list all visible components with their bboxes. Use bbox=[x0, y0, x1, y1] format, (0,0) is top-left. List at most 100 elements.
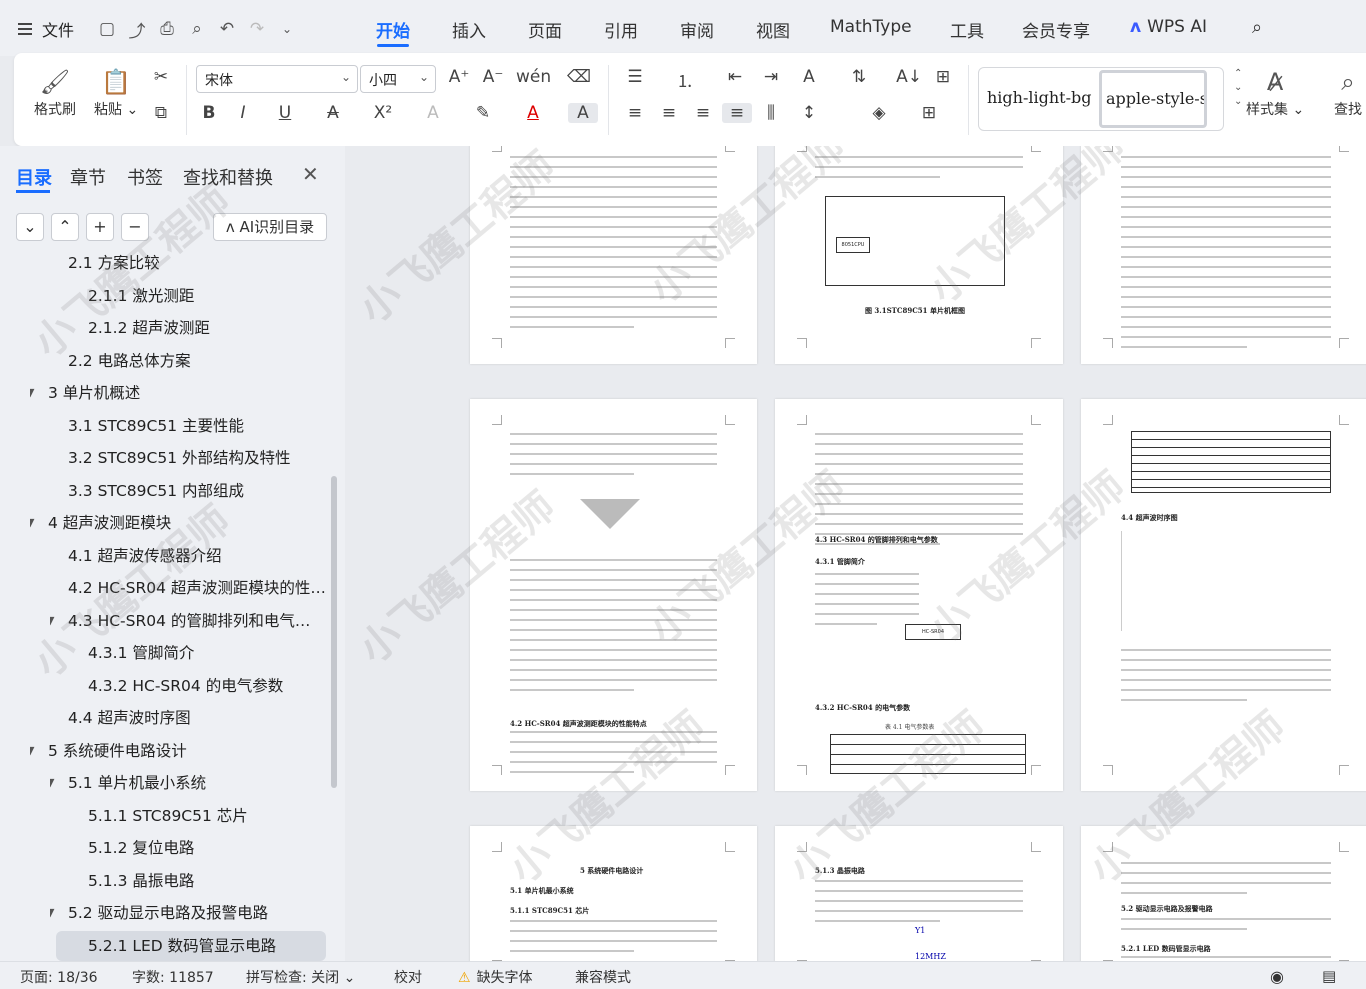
toc-item[interactable]: 5.1.1 STC89C51 芯片 bbox=[74, 801, 326, 831]
text-effect-icon[interactable]: A bbox=[418, 103, 448, 123]
toc-scrollbar[interactable] bbox=[331, 476, 337, 788]
decrease-font-icon[interactable]: A⁻ bbox=[478, 67, 508, 87]
cut-icon[interactable]: ✂ bbox=[146, 67, 176, 87]
line-spacing-icon[interactable]: ↕ bbox=[794, 103, 824, 123]
align-left-icon[interactable]: ≡ bbox=[620, 103, 650, 123]
tab-insert[interactable]: 插入 bbox=[452, 17, 486, 42]
char-shading-icon[interactable]: A bbox=[568, 103, 598, 123]
toc-item[interactable]: 3.2 STC89C51 外部结构及特性 bbox=[54, 443, 326, 473]
nav-tab-bookmarks[interactable]: 书签 bbox=[127, 164, 163, 190]
toc-item[interactable]: 5.1.3 晶振电路 bbox=[74, 866, 326, 896]
toc-item[interactable]: 2.2 电路总体方案 bbox=[54, 346, 326, 376]
borders-icon[interactable]: ⊞ bbox=[914, 103, 944, 123]
copy-icon[interactable]: ⧉ bbox=[146, 103, 176, 123]
superscript-icon[interactable]: X² bbox=[368, 103, 398, 123]
bullet-list-icon[interactable]: ☰ bbox=[620, 67, 650, 87]
phonetic-guide-icon[interactable]: wén bbox=[516, 67, 551, 87]
distributed-icon[interactable]: ⫼ bbox=[756, 103, 786, 123]
save-icon[interactable]: ▢ bbox=[92, 19, 122, 39]
sort-icon[interactable]: ⇅ bbox=[844, 67, 874, 87]
toc-item[interactable]: 4.1 超声波传感器介绍 bbox=[54, 541, 326, 571]
compat-mode[interactable]: 兼容模式 bbox=[575, 967, 631, 987]
find-button[interactable]: ⌕ 查找 bbox=[1334, 65, 1362, 119]
format-painter-button[interactable]: 🖌 格式刷 bbox=[34, 65, 76, 119]
tab-member[interactable]: 会员专享 bbox=[1022, 17, 1090, 42]
page-indicator[interactable]: 页面: 18/36 bbox=[20, 967, 98, 987]
expand-arrow-icon[interactable]: ▼ bbox=[30, 736, 34, 766]
toc-item[interactable]: ▼ 4 超声波测距模块 bbox=[30, 508, 322, 538]
page-view-icon[interactable]: ▤ bbox=[1322, 967, 1336, 985]
sort-az-icon[interactable]: A↓ bbox=[894, 67, 924, 87]
toc-item[interactable]: 2.1.1 激光测距 bbox=[74, 281, 326, 311]
missing-font[interactable]: ⚠ 缺失字体 bbox=[458, 967, 533, 987]
nav-tab-find-replace[interactable]: 查找和替换 bbox=[183, 164, 273, 190]
expand-arrow-icon[interactable]: ▼ bbox=[50, 606, 54, 636]
toc-item[interactable]: 4.3.1 管脚简介 bbox=[74, 638, 326, 668]
print-icon[interactable]: ⎙ bbox=[152, 19, 182, 39]
expand-arrow-icon[interactable]: ▼ bbox=[50, 898, 54, 928]
close-icon[interactable]: ✕ bbox=[302, 162, 319, 186]
style-item[interactable]: high-light-bg bbox=[987, 88, 1091, 107]
clear-format-icon[interactable]: ⌫ bbox=[564, 67, 594, 87]
style-item-selected[interactable]: apple-style-spa bbox=[1099, 70, 1207, 128]
justify-icon[interactable]: ≡ bbox=[722, 103, 752, 123]
nav-tab-chapters[interactable]: 章节 bbox=[70, 164, 106, 190]
font-size-select[interactable]: 小四 ⌄ bbox=[360, 65, 436, 93]
toc-item[interactable]: ▼ 5.2 驱动显示电路及报警电路 bbox=[50, 898, 322, 928]
increase-font-icon[interactable]: A⁺ bbox=[444, 67, 474, 87]
tab-page[interactable]: 页面 bbox=[528, 17, 562, 42]
underline-icon[interactable]: U bbox=[270, 103, 300, 123]
word-count[interactable]: 字数: 11857 bbox=[132, 967, 214, 987]
file-menu[interactable]: 文件 bbox=[18, 17, 74, 41]
redo-icon[interactable]: ↷ bbox=[242, 19, 272, 39]
toc-item[interactable]: 4.2 HC-SR04 超声波测距模块的性… bbox=[54, 573, 326, 603]
decrease-indent-icon[interactable]: ⇤ bbox=[720, 67, 750, 87]
numbered-list-icon[interactable]: ⒈ bbox=[670, 67, 700, 92]
style-set-button[interactable]: A̷ 样式集 ⌄ bbox=[1246, 65, 1304, 119]
document-canvas[interactable]: 8051CPU 图 3.1STC89C51 单片机框图 4.2 HC-SR04 超声… bbox=[345, 146, 1366, 961]
italic-icon[interactable]: I bbox=[228, 103, 258, 123]
paste-button[interactable]: 📋 粘贴 ⌄ bbox=[94, 65, 138, 119]
collapse-down-button[interactable]: ⌄ bbox=[16, 213, 44, 241]
expand-arrow-icon[interactable]: ▼ bbox=[30, 508, 34, 538]
toc-item[interactable]: 2.1 方案比较 bbox=[54, 252, 326, 278]
export-icon[interactable]: ⤴ bbox=[122, 17, 152, 42]
tab-reference[interactable]: 引用 bbox=[604, 17, 638, 42]
highlight-icon[interactable]: ✎ bbox=[468, 103, 498, 123]
tab-wps-ai[interactable]: ʌ WPS AI bbox=[1130, 17, 1207, 37]
align-right-icon[interactable]: ≡ bbox=[688, 103, 718, 123]
toc-item[interactable]: 2.1.2 超声波测距 bbox=[74, 313, 326, 343]
undo-icon[interactable]: ↶ bbox=[212, 19, 242, 39]
spell-check[interactable]: 拼写检查: 关闭 ⌄ bbox=[246, 967, 355, 987]
toc-item[interactable]: ▼ 4.3 HC-SR04 的管脚排列和电气参… bbox=[50, 606, 322, 636]
strikethrough-icon[interactable]: A bbox=[318, 103, 348, 123]
toc-item[interactable]: 4.4 超声波时序图 bbox=[54, 703, 326, 733]
collapse-up-button[interactable]: ⌃ bbox=[51, 213, 79, 241]
expand-arrow-icon[interactable]: ▼ bbox=[50, 768, 54, 798]
toc-item[interactable]: ▼ 5 系统硬件电路设计 bbox=[30, 736, 322, 766]
font-color-icon[interactable]: A bbox=[518, 103, 548, 123]
ai-toc-button[interactable]: ʌ AI识别目录 bbox=[213, 213, 327, 241]
nav-tab-toc[interactable]: 目录 bbox=[16, 164, 52, 190]
search-icon[interactable]: ⌕ bbox=[1252, 17, 1262, 38]
align-center-icon[interactable]: ≡ bbox=[654, 103, 684, 123]
increase-indent-icon[interactable]: ⇥ bbox=[756, 67, 786, 87]
font-name-select[interactable]: 宋体 ⌄ bbox=[196, 65, 358, 93]
bold-icon[interactable]: B bbox=[194, 103, 224, 123]
expand-arrow-icon[interactable]: ▼ bbox=[30, 378, 34, 408]
toc-item[interactable]: 5.1.2 复位电路 bbox=[74, 833, 326, 863]
proofread[interactable]: 校对 bbox=[394, 967, 422, 987]
tab-review[interactable]: 审阅 bbox=[680, 17, 714, 42]
toc-item[interactable]: 4.3.2 HC-SR04 的电气参数 bbox=[74, 671, 326, 701]
remove-heading-button[interactable]: − bbox=[121, 213, 149, 241]
toc-item[interactable]: 3.3 STC89C51 内部组成 bbox=[54, 476, 326, 506]
text-direction-icon[interactable]: A bbox=[794, 67, 824, 87]
toc-item[interactable]: ▼ 5.1 单片机最小系统 bbox=[50, 768, 322, 798]
tab-tools[interactable]: 工具 bbox=[950, 17, 984, 42]
add-heading-button[interactable]: + bbox=[86, 213, 114, 241]
tab-start[interactable]: 开始 bbox=[376, 17, 410, 42]
tab-view[interactable]: 视图 bbox=[756, 17, 790, 42]
print-preview-icon[interactable]: ⌕ bbox=[182, 19, 212, 39]
toc-item[interactable]: 5.2.1 LED 数码管显示电路 bbox=[56, 930, 326, 961]
style-gallery-scroll[interactable]: ⌃ ⌄ ⌄ bbox=[1234, 67, 1246, 109]
